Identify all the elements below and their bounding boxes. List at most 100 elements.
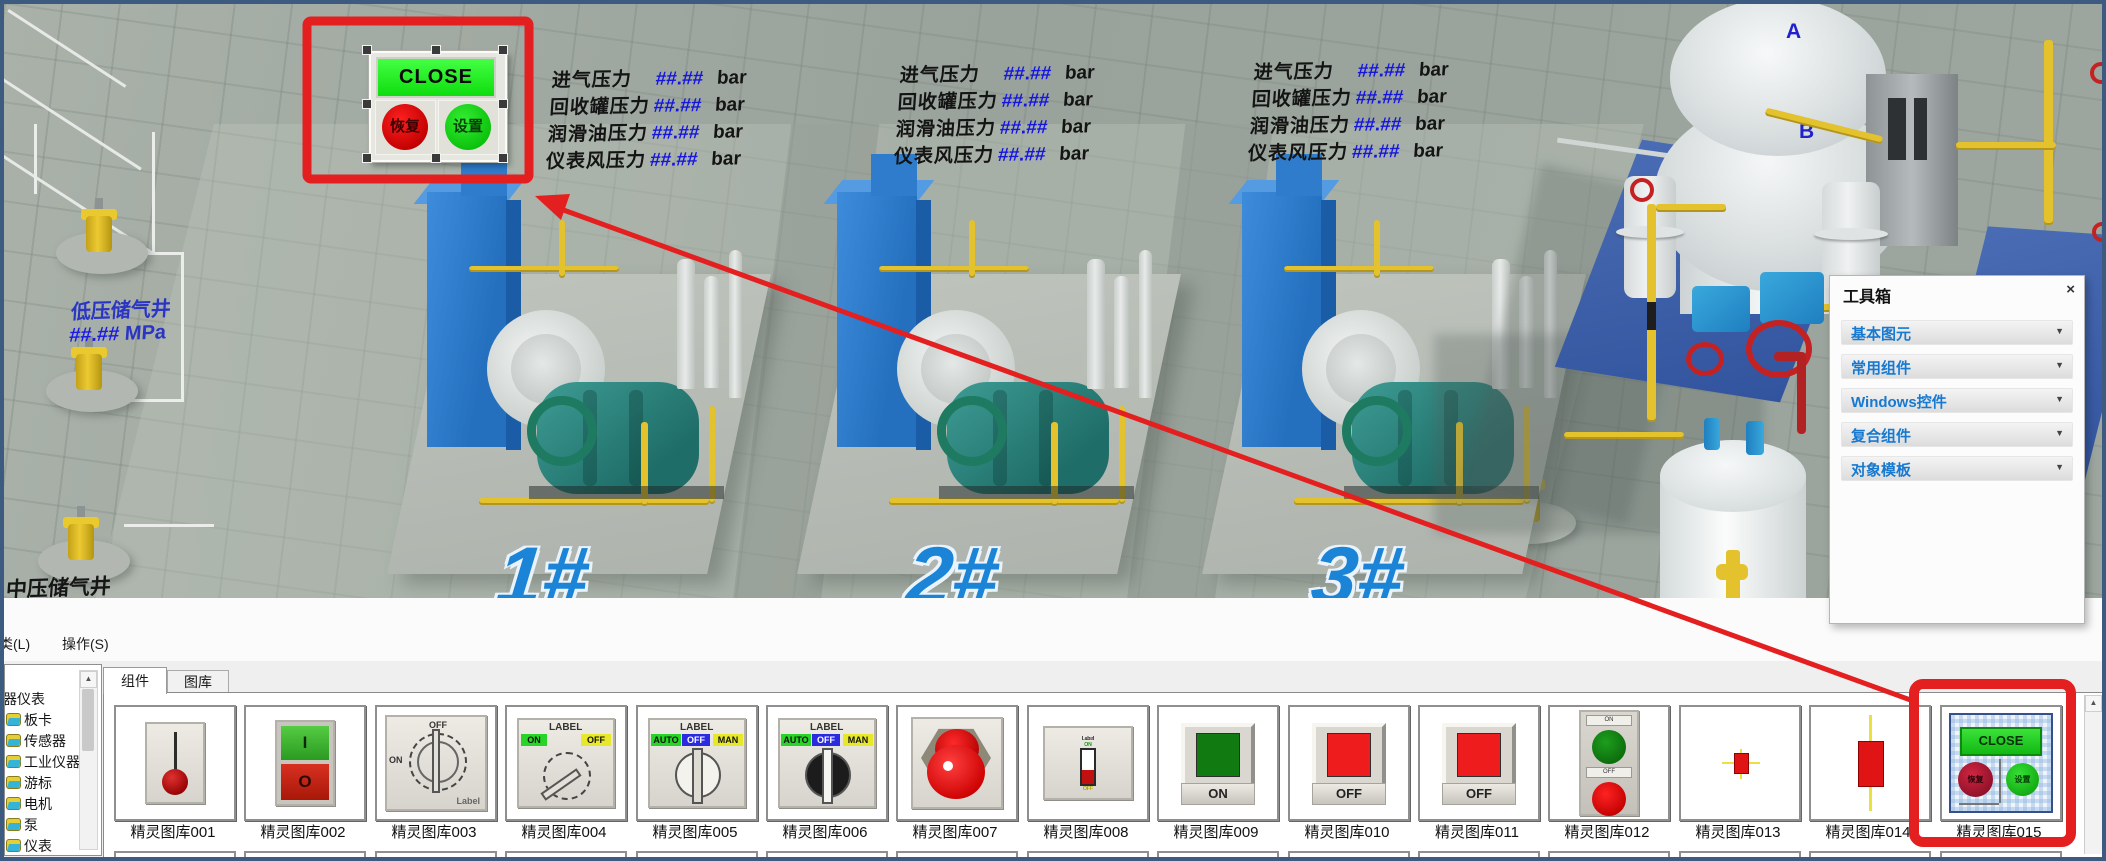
toolbox-item-0[interactable]: 基本图元▼ xyxy=(1841,320,2073,345)
yellow-pipe xyxy=(469,266,619,272)
palette-item-label: 精灵图库006 xyxy=(758,821,892,842)
selection-handle[interactable] xyxy=(498,99,508,109)
toolbox-item-1[interactable]: 常用组件▼ xyxy=(1841,354,2073,379)
pipe-valve xyxy=(1716,564,1748,580)
palette-item-next-row[interactable] xyxy=(1940,851,2062,858)
dropdown-arrow-icon: ▼ xyxy=(2055,326,2064,336)
tree-item-0[interactable]: 板卡 xyxy=(7,710,52,730)
palette-item-010[interactable]: OFF xyxy=(1288,705,1410,821)
selection-handle[interactable] xyxy=(431,153,441,163)
palette-item-002[interactable]: IO xyxy=(244,705,366,821)
pressure-label: 润滑油压力 xyxy=(895,113,1001,142)
compressor-skid: 1# xyxy=(409,154,769,598)
pressure-value: ##.## xyxy=(1357,60,1415,83)
close-button[interactable]: CLOSE xyxy=(376,57,496,98)
palette-item-012[interactable]: ON OFF xyxy=(1548,705,1670,821)
compressor-number: 3# xyxy=(1307,530,1408,598)
palette-item-001[interactable] xyxy=(114,705,236,821)
selection-handle[interactable] xyxy=(362,45,372,55)
category-tree[interactable]: 仪器仪表板卡传感器工业仪器游标电机泵仪表 ▲ xyxy=(4,664,102,856)
palette-item-006[interactable]: LABEL AUTO OFF MAN xyxy=(766,705,888,821)
tree-item-2[interactable]: 工业仪器 xyxy=(7,752,80,772)
palette-item-011[interactable]: OFF xyxy=(1418,705,1540,821)
tree-item-1[interactable]: 传感器 xyxy=(7,731,66,751)
palette-item-003[interactable]: OFF ON Label xyxy=(375,705,497,821)
gray-vessel xyxy=(704,276,719,388)
selection-handle[interactable] xyxy=(362,153,372,163)
palette-item-next-row[interactable] xyxy=(1809,851,1931,858)
palette-item-next-row[interactable] xyxy=(505,851,627,858)
tree-item-4[interactable]: 电机 xyxy=(7,794,52,814)
palette-item-next-row[interactable] xyxy=(1027,851,1149,858)
folder-icon xyxy=(7,756,21,768)
toolbox-item-2[interactable]: Windows控件▼ xyxy=(1841,388,2073,413)
tree-item-5[interactable]: 泵 xyxy=(7,815,38,835)
palette-item-next-row[interactable] xyxy=(896,851,1018,858)
pipe-valve xyxy=(1647,302,1656,330)
gray-vessel xyxy=(1114,276,1129,388)
tree-item-6[interactable]: 仪表 xyxy=(7,836,52,856)
palette-item-015[interactable]: CLOSE 恢复 设置 xyxy=(1940,705,2062,821)
scroll-up-button[interactable]: ▲ xyxy=(80,671,97,688)
valve-small-icon xyxy=(1690,713,1790,813)
tab-components[interactable]: 组件 xyxy=(103,667,167,694)
tree-scrollbar[interactable]: ▲ xyxy=(79,670,98,850)
tree-item-3[interactable]: 游标 xyxy=(7,773,52,793)
red-pipe xyxy=(1774,352,1806,361)
restore-cell: 恢复 xyxy=(375,100,436,155)
yellow-pipe xyxy=(559,220,565,278)
palette-item-004[interactable]: LABEL ON OFF xyxy=(505,705,627,821)
palette-item-next-row[interactable] xyxy=(375,851,497,858)
palette-item-label: 精灵图库002 xyxy=(236,821,370,842)
pressure-label: 润滑油压力 xyxy=(547,118,653,147)
palette-item-next-row[interactable] xyxy=(1157,851,1279,858)
palette-item-next-row[interactable] xyxy=(114,851,236,858)
toolbox-item-label: 复合组件 xyxy=(1851,425,1911,446)
gray-vessel xyxy=(677,259,695,389)
tab-gallery[interactable]: 图库 xyxy=(167,670,229,694)
slide-switch-bank-icon: LabelONOFFLabelONOFFLabelONOFFLabelONOFF xyxy=(1043,726,1133,800)
palette-item-005[interactable]: LABEL AUTO OFF MAN xyxy=(636,705,758,821)
yellow-pipe xyxy=(479,498,709,505)
palette-item-next-row[interactable] xyxy=(1679,851,1801,858)
palette-item-014[interactable] xyxy=(1809,705,1931,821)
scene-3d-view[interactable]: 低压储气井 ##.## MPa 中压储气井 1# 2 xyxy=(4,4,2102,598)
palette-item-008[interactable]: LabelONOFFLabelONOFFLabelONOFFLabelONOFF xyxy=(1027,705,1149,821)
scroll-up-button[interactable]: ▲ xyxy=(2085,695,2102,712)
scrollbar-thumb[interactable] xyxy=(82,689,94,751)
selection-handle[interactable] xyxy=(498,153,508,163)
palette-item-007[interactable] xyxy=(896,705,1018,821)
selector-switch-icon: LABEL AUTO OFF MAN xyxy=(648,718,746,808)
red-valve-wheel xyxy=(2090,62,2102,84)
palette-item-next-row[interactable] xyxy=(766,851,888,858)
palette-item-label: 精灵图库014 xyxy=(1801,821,1935,842)
selection-handle[interactable] xyxy=(431,45,441,55)
pressure-unit: bar xyxy=(714,94,745,116)
palette-item-013[interactable] xyxy=(1679,705,1801,821)
restore-button[interactable]: 恢复 xyxy=(382,104,428,150)
menu-category[interactable]: 分类(L) xyxy=(0,634,30,654)
folder-icon xyxy=(7,819,21,831)
selection-handle[interactable] xyxy=(362,99,372,109)
palette-item-next-row[interactable] xyxy=(636,851,758,858)
set-button[interactable]: 设置 xyxy=(445,104,491,150)
gray-vessel xyxy=(1139,250,1152,398)
palette-item-next-row[interactable] xyxy=(244,851,366,858)
palette-item-009[interactable]: ON xyxy=(1157,705,1279,821)
menu-operate[interactable]: 操作(S) xyxy=(62,634,109,654)
placed-close-widget[interactable]: CLOSE 恢复 设置 xyxy=(369,51,507,162)
palette-scrollbar[interactable]: ▲ xyxy=(2084,695,2102,854)
app-window: 低压储气井 ##.## MPa 中压储气井 1# 2 xyxy=(0,0,2106,861)
toolbox-item-label: 对象模板 xyxy=(1851,459,1911,480)
palette-item-next-row[interactable] xyxy=(1548,851,1670,858)
red-valve-wheel xyxy=(1686,342,1724,376)
toolbox-item-3[interactable]: 复合组件▼ xyxy=(1841,422,2073,447)
toolbox-item-4[interactable]: 对象模板▼ xyxy=(1841,456,2073,481)
toolbox-close-icon[interactable]: × xyxy=(2066,281,2075,298)
pressure-value: ##.## xyxy=(1355,87,1413,110)
tree-root[interactable]: 仪器仪表 xyxy=(4,689,45,709)
selection-handle[interactable] xyxy=(498,45,508,55)
palette-item-next-row[interactable] xyxy=(1418,851,1540,858)
pressure-row: 进气压力##.## bar xyxy=(1253,54,1450,84)
palette-item-next-row[interactable] xyxy=(1288,851,1410,858)
